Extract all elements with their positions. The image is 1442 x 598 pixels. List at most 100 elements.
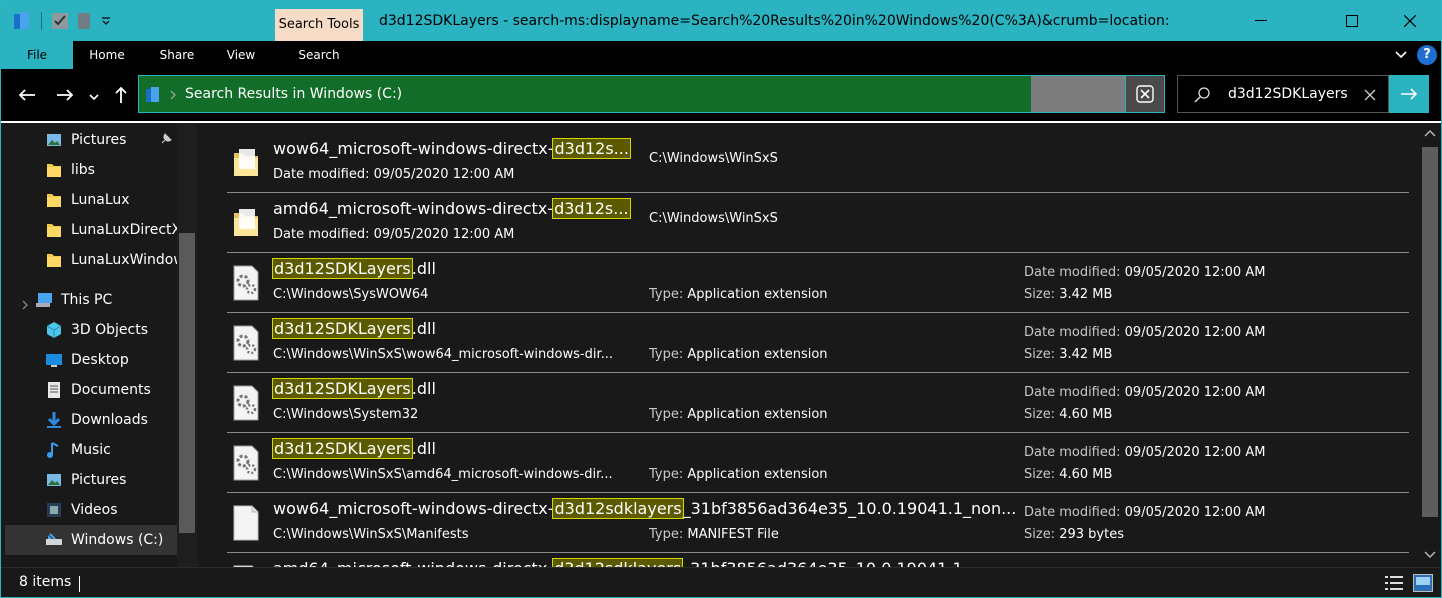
date-label: Date modified:: [1024, 265, 1121, 280]
sidebar-item-downloads[interactable]: Downloads: [45, 405, 177, 435]
sidebar-item-this-pc[interactable]: This PC: [35, 285, 177, 315]
chevron-down-icon: [89, 94, 99, 101]
expand-ribbon-button[interactable]: [1393, 47, 1409, 63]
up-arrow-icon: [115, 86, 127, 103]
result-name[interactable]: wow64_microsoft-windows-directx-d3d12sdk…: [273, 498, 1016, 519]
up-button[interactable]: [107, 81, 135, 109]
maximize-button[interactable]: [1329, 1, 1375, 41]
result-subline: Date modified: 09/05/2020 12:00 AM: [273, 167, 515, 182]
type-label: Type:: [649, 287, 684, 302]
sidebar-item-libs[interactable]: libs: [45, 155, 177, 185]
sidebar-item-music[interactable]: Music: [45, 435, 177, 465]
music-icon: [45, 441, 63, 459]
address-bar[interactable]: Search Results in Windows (C:): [138, 75, 1031, 113]
expand-chevron-icon[interactable]: [21, 295, 29, 314]
properties-icon[interactable]: [51, 12, 69, 30]
result-name[interactable]: wow64_microsoft-windows-directx-d3d12s..…: [273, 138, 631, 159]
search-tools-context-tab[interactable]: Search Tools: [275, 9, 363, 41]
date-label: Date modified:: [1024, 505, 1121, 520]
dll-gear-icon: [231, 265, 261, 301]
result-location: C:\Windows\WinSxS: [649, 151, 778, 166]
title-bar[interactable]: Search Tools d3d12SDKLayers - search-ms:…: [1, 1, 1441, 41]
result-row[interactable]: amd64_microsoft-windows-directx-d3d12sdk…: [227, 553, 1409, 567]
date-label: Date modified:: [1024, 385, 1121, 400]
result-row[interactable]: wow64_microsoft-windows-directx-d3d12s..…: [227, 133, 1409, 193]
sidebar-item-label: Documents: [71, 382, 151, 398]
sidebar-item-label: Pictures: [71, 472, 127, 488]
results-scrollbar-thumb[interactable]: [1422, 147, 1438, 517]
sidebar-item-lunalux[interactable]: LunaLux: [45, 185, 177, 215]
minimize-button[interactable]: [1238, 1, 1284, 41]
close-button[interactable]: [1387, 1, 1433, 41]
folder-icon: [231, 145, 261, 181]
result-name[interactable]: d3d12SDKLayers.dll: [272, 318, 436, 339]
result-row[interactable]: d3d12SDKLayers.dll C:\Windows\WinSxS\wow6…: [227, 313, 1409, 373]
dll-gear-icon: [231, 325, 261, 361]
recent-locations-button[interactable]: [83, 81, 105, 109]
size-value: 4.60 MB: [1059, 467, 1113, 482]
search-input[interactable]: d3d12SDKLayers: [1228, 86, 1348, 102]
maximize-icon: [1346, 15, 1358, 27]
back-button[interactable]: [13, 81, 41, 109]
result-row[interactable]: wow64_microsoft-windows-directx-d3d12sdk…: [227, 493, 1409, 553]
back-arrow-icon: [18, 89, 35, 101]
clear-search-icon[interactable]: [1364, 89, 1376, 101]
type-label: Type:: [649, 527, 684, 542]
search-highlight: d3d12sdklayers: [552, 498, 684, 519]
window-title: d3d12SDKLayers - search-ms:displayname=S…: [379, 13, 1170, 29]
tab-share[interactable]: Share: [151, 41, 203, 69]
search-highlight: d3d12SDKLayers: [272, 258, 413, 279]
scroll-down-icon[interactable]: [1424, 551, 1436, 559]
result-subline: C:\Windows\SysWOW64: [273, 287, 429, 302]
pin-icon[interactable]: [159, 132, 173, 150]
customize-qat-icon[interactable]: [101, 16, 111, 26]
result-name[interactable]: amd64_microsoft-windows-directx-d3d12s..…: [273, 198, 631, 219]
sidebar-item-documents[interactable]: Documents: [45, 375, 177, 405]
result-date: Date modified: 09/05/2020 12:00 AM: [1024, 445, 1265, 460]
result-subline: C:\Windows\WinSxS\amd64_microsoft-window…: [273, 467, 613, 482]
search-box[interactable]: d3d12SDKLayers: [1177, 75, 1389, 113]
result-row[interactable]: d3d12SDKLayers.dll C:\Windows\SysWOW64 Typ…: [227, 253, 1409, 313]
documents-icon: [45, 381, 63, 399]
result-name[interactable]: d3d12SDKLayers.dll: [272, 258, 436, 279]
sidebar-item-pictures[interactable]: Pictures: [45, 465, 177, 495]
tab-view[interactable]: View: [215, 41, 267, 69]
stop-search-button[interactable]: [1125, 75, 1165, 113]
size-value: 4.60 MB: [1059, 407, 1113, 422]
result-size: Size: 3.42 MB: [1024, 347, 1112, 362]
result-name[interactable]: amd64_microsoft-windows-directx-d3d12sdk…: [273, 558, 963, 567]
large-icons-view-icon[interactable]: [1413, 574, 1433, 592]
sidebar-item-3d-objects[interactable]: 3D Objects: [45, 315, 177, 345]
result-row[interactable]: d3d12SDKLayers.dll C:\Windows\System32 Typ…: [227, 373, 1409, 433]
scroll-up-icon[interactable]: [1424, 129, 1436, 137]
result-size: Size: 4.60 MB: [1024, 407, 1112, 422]
result-row[interactable]: amd64_microsoft-windows-directx-d3d12s..…: [227, 193, 1409, 253]
search-go-button[interactable]: [1389, 75, 1429, 113]
sidebar-item-videos[interactable]: Videos: [45, 495, 177, 525]
result-name[interactable]: d3d12SDKLayers.dll: [272, 378, 436, 399]
result-name[interactable]: d3d12SDKLayers.dll: [272, 438, 436, 459]
sidebar-item-lunaluxdirectx1[interactable]: LunaLuxDirectX1: [45, 215, 177, 245]
sidebar-item-label: LunaLux: [71, 192, 130, 208]
new-folder-icon[interactable]: [77, 12, 91, 30]
result-size: Size: 4.60 MB: [1024, 467, 1112, 482]
size-label: Size:: [1024, 347, 1056, 362]
tab-file[interactable]: File: [1, 41, 73, 69]
tab-home[interactable]: Home: [81, 41, 133, 69]
help-button[interactable]: ?: [1417, 45, 1437, 65]
dll-gear-icon: [231, 385, 261, 421]
sidebar-item-pictures[interactable]: Pictures: [45, 125, 177, 155]
sidebar-item-desktop[interactable]: Desktop: [45, 345, 177, 375]
result-row[interactable]: d3d12SDKLayers.dll C:\Windows\WinSxS\amd6…: [227, 433, 1409, 493]
type-value: Application extension: [687, 347, 828, 362]
chevron-down-icon: [1395, 51, 1407, 59]
nav-scrollbar-thumb[interactable]: [179, 233, 195, 533]
details-view-icon[interactable]: [1385, 575, 1403, 591]
result-subline: C:\Windows\WinSxS\wow64_microsoft-window…: [273, 347, 613, 362]
sidebar-item-lunaluxwindow[interactable]: LunaLuxWindow: [45, 245, 177, 275]
sidebar-item-windows-c[interactable]: Windows (C:): [5, 525, 177, 555]
forward-button[interactable]: [51, 81, 79, 109]
tab-search[interactable]: Search: [291, 41, 347, 69]
breadcrumb[interactable]: Search Results in Windows (C:): [185, 86, 402, 102]
result-subline: C:\Windows\System32: [273, 407, 419, 422]
